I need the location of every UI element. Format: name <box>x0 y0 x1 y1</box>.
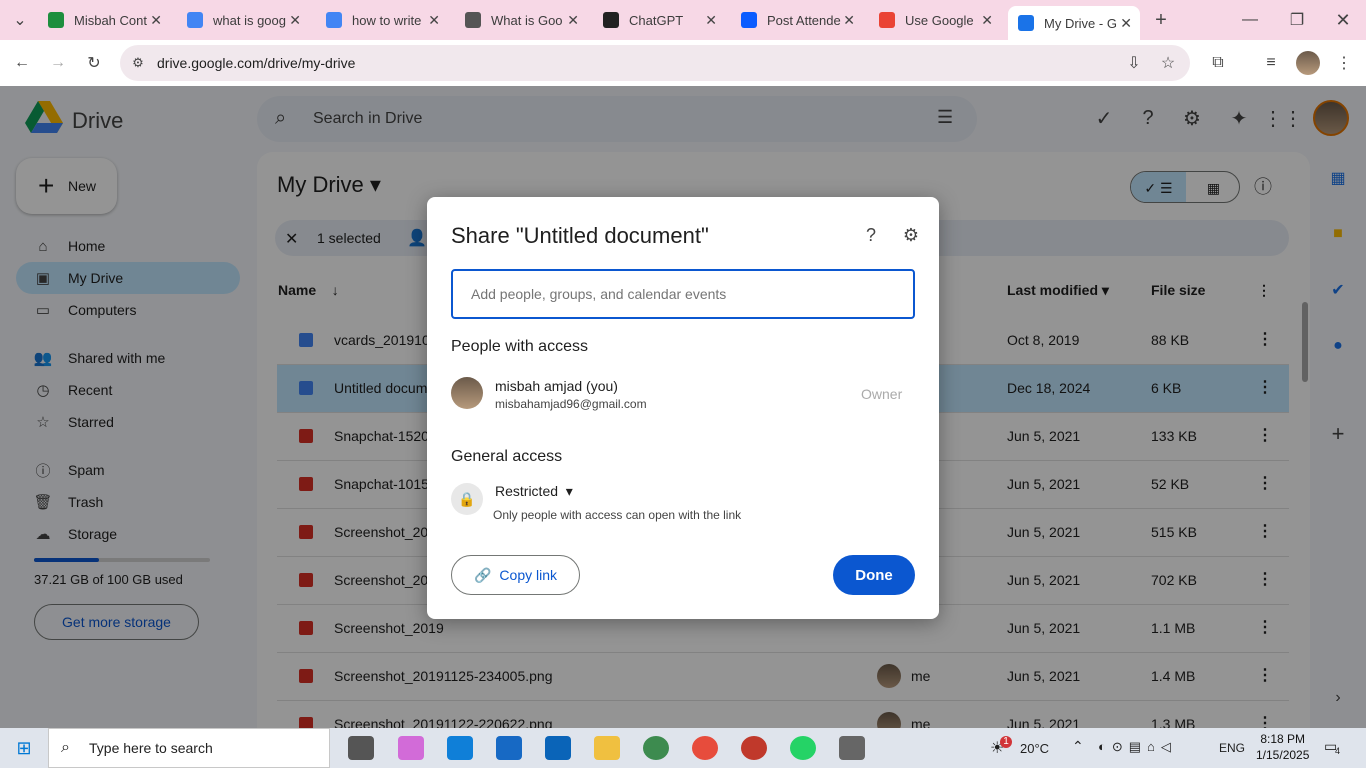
tab-close-icon[interactable]: ✕ <box>843 12 855 29</box>
notification-count: 4 <box>1335 746 1341 756</box>
forward-button[interactable]: → <box>46 51 70 75</box>
system-tray-icons[interactable]: ◐⊙▤⌂◁ <box>1098 739 1177 755</box>
owner-avatar <box>451 377 483 409</box>
outlook-icon[interactable] <box>545 736 571 760</box>
taskbar-clock[interactable]: 8:18 PM 1/15/2025 <box>1256 731 1309 763</box>
tab-title: Misbah Cont <box>74 12 147 28</box>
chrome-icon[interactable] <box>692 736 718 760</box>
tab-close-icon[interactable]: ✕ <box>428 12 440 29</box>
taskbar-search-placeholder: Type here to search <box>89 740 213 756</box>
browser-menu-icon[interactable]: ⋮ <box>1332 51 1356 75</box>
profile-avatar[interactable] <box>1296 51 1320 75</box>
browser-tab[interactable]: Post Attende ✕ <box>731 4 863 36</box>
file-explorer-icon[interactable] <box>594 736 620 760</box>
tab-close-icon[interactable]: ✕ <box>1120 15 1132 32</box>
copy-link-label: Copy link <box>499 567 558 583</box>
tab-close-icon[interactable]: ✕ <box>150 12 162 29</box>
browser-tab[interactable]: what is goog ✕ <box>177 4 309 36</box>
tab-title: What is Goo <box>491 12 563 28</box>
edge-icon[interactable] <box>447 736 473 760</box>
tab-title: ChatGPT <box>629 12 684 28</box>
browser-tab[interactable]: My Drive - G ✕ <box>1008 6 1140 40</box>
back-button[interactable]: ← <box>10 51 34 75</box>
tab-favicon-icon <box>326 12 342 28</box>
settings-icon[interactable] <box>839 736 865 760</box>
general-access-heading: General access <box>451 448 563 465</box>
lock-icon: 🔒 <box>451 483 483 515</box>
owner-email: misbahamjad96@gmail.com <box>495 397 647 411</box>
tab-close-icon[interactable]: ✕ <box>705 12 717 29</box>
chrome-active-icon[interactable] <box>741 736 767 760</box>
browser-tab[interactable]: Use Google ✕ <box>869 4 1001 36</box>
tab-title: My Drive - G <box>1044 15 1117 31</box>
share-settings-gear-icon[interactable]: ⚙ <box>899 223 923 247</box>
tab-favicon-icon <box>465 12 481 28</box>
tab-favicon-icon <box>603 12 619 28</box>
copilot-icon[interactable] <box>398 736 424 760</box>
tray-chevron-icon[interactable]: ⌃ <box>1072 738 1084 755</box>
weather-temp[interactable]: 20°C <box>1020 741 1049 756</box>
tab-favicon-icon <box>741 12 757 28</box>
tab-title: what is goog <box>213 12 286 28</box>
add-people-input[interactable] <box>451 269 915 319</box>
help-icon[interactable]: ? <box>859 223 883 247</box>
owner-role: Owner <box>861 386 903 402</box>
tab-favicon-icon <box>879 12 895 28</box>
input-language[interactable]: ENG <box>1219 741 1245 755</box>
search-icon: ⌕ <box>61 739 70 756</box>
maximize-window-button[interactable]: ❐ <box>1285 8 1309 32</box>
windows-taskbar: ⊞ ⌕ Type here to search ☀ 1 20°C ⌃ ◐⊙▤⌂◁… <box>0 728 1366 768</box>
tab-title: how to write <box>352 12 422 28</box>
chrome-alt-icon[interactable] <box>643 736 669 760</box>
tab-favicon-icon <box>48 12 64 28</box>
browser-tab[interactable]: ChatGPT ✕ <box>593 4 725 36</box>
browser-tab-strip: ⌄ Misbah Cont ✕ what is goog ✕ how to write ✕… <box>0 0 1366 40</box>
store-icon[interactable] <box>496 736 522 760</box>
minimize-window-button[interactable]: — <box>1238 8 1262 32</box>
copy-link-button[interactable]: 🔗 Copy link <box>451 555 580 595</box>
address-bar[interactable]: ⚙ drive.google.com/drive/my-drive ⇩ ☆ <box>120 45 1190 81</box>
extensions-icon[interactable]: ⧉ <box>1206 51 1230 75</box>
close-window-button[interactable]: ✕ <box>1331 8 1355 32</box>
tab-title: Post Attende <box>767 12 841 28</box>
dialog-title: Share "Untitled document" <box>451 223 709 248</box>
done-button[interactable]: Done <box>833 555 915 595</box>
tab-close-icon[interactable]: ✕ <box>567 12 579 29</box>
browser-tab[interactable]: Misbah Cont ✕ <box>38 4 170 36</box>
access-level-dropdown[interactable]: Restricted ▾ <box>495 483 573 500</box>
site-info-icon[interactable]: ⚙ <box>126 51 150 75</box>
task-view-icon[interactable] <box>348 736 374 760</box>
tab-search-chevron-icon[interactable]: ⌄ <box>8 8 32 32</box>
browser-toolbar: ← → ↻ ⚙ drive.google.com/drive/my-drive … <box>0 40 1366 86</box>
tab-title: Use Google <box>905 12 974 28</box>
taskbar-search-box[interactable]: ⌕ Type here to search <box>48 728 330 768</box>
link-icon: 🔗 <box>473 566 492 583</box>
tab-favicon-icon <box>187 12 203 28</box>
bookmark-star-icon[interactable]: ☆ <box>1156 51 1180 75</box>
access-description: Only people with access can open with th… <box>493 508 742 522</box>
share-dialog: Share "Untitled document" ? ⚙ People wit… <box>427 197 939 619</box>
install-app-icon[interactable]: ⇩ <box>1122 51 1146 75</box>
url-text: drive.google.com/drive/my-drive <box>157 55 356 71</box>
new-tab-button[interactable]: + <box>1149 8 1173 32</box>
tab-close-icon[interactable]: ✕ <box>289 12 301 29</box>
owner-name: misbah amjad (you) <box>495 378 618 394</box>
people-with-access-heading: People with access <box>451 338 588 355</box>
tab-close-icon[interactable]: ✕ <box>981 12 993 29</box>
weather-badge: 1 <box>1000 736 1012 748</box>
media-control-icon[interactable]: ≡ <box>1259 51 1283 75</box>
browser-tab[interactable]: how to write ✕ <box>316 4 448 36</box>
whatsapp-icon[interactable] <box>790 736 816 760</box>
windows-start-icon[interactable]: ⊞ <box>12 736 36 760</box>
reload-button[interactable]: ↻ <box>82 51 106 75</box>
browser-tab[interactable]: What is Goo ✕ <box>455 4 587 36</box>
tab-favicon-icon <box>1018 15 1034 31</box>
